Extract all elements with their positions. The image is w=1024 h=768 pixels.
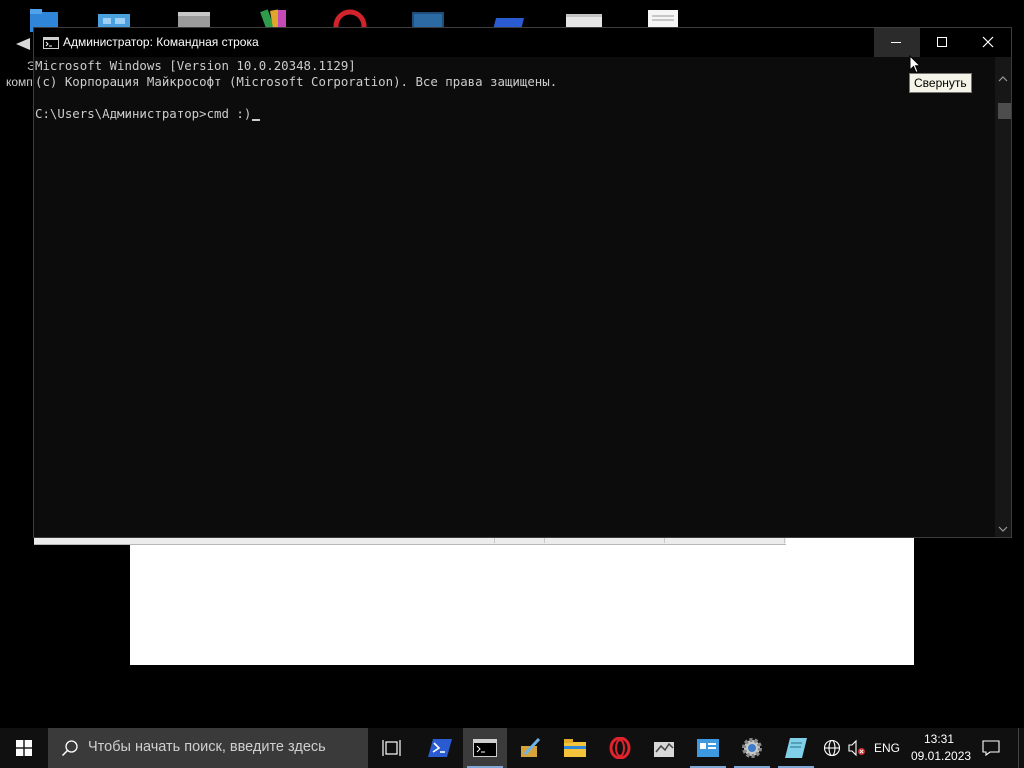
cmd-window-icon [43, 37, 59, 49]
start-button[interactable] [0, 728, 48, 768]
taskbar-server-manager[interactable] [686, 728, 730, 768]
server-manager-icon [697, 739, 719, 757]
window-title: Администратор: Командная строка [63, 35, 259, 49]
search-placeholder: Чтобы начать поиск, введите здесь [88, 739, 326, 755]
file-explorer-icon [564, 739, 586, 757]
command-prompt-window[interactable]: Администратор: Командная строка Microsof… [33, 27, 1012, 538]
taskbar: Чтобы начать поиск, введите здесь ENG 13… [0, 728, 1024, 768]
scroll-thumb[interactable] [998, 103, 1011, 119]
volume-muted-icon[interactable] [848, 739, 866, 757]
minimize-icon [891, 42, 901, 43]
maximize-button[interactable] [920, 28, 966, 57]
clock-date[interactable]: 09.01.2023 [911, 749, 971, 763]
taskbar-pen-app[interactable] [508, 728, 552, 768]
console-prompt-text: C:\Users\Администратор>cmd :) [35, 106, 252, 121]
minimize-button[interactable] [874, 28, 920, 57]
show-desktop-button[interactable] [1018, 728, 1024, 768]
scroll-up-icon[interactable] [995, 71, 1011, 87]
notepad-app-icon [785, 738, 807, 758]
scroll-down-icon[interactable] [995, 521, 1011, 537]
taskbar-opera[interactable] [598, 728, 642, 768]
title-bar[interactable]: Администратор: Командная строка [34, 28, 1011, 57]
pen-app-icon [521, 738, 541, 757]
notifications-icon[interactable] [982, 739, 1000, 757]
tooltip: Свернуть [909, 73, 972, 93]
close-button[interactable] [966, 28, 1012, 57]
partial-arrow-icon [16, 38, 30, 50]
taskbar-remote-desktop[interactable] [642, 728, 686, 768]
taskbar-cmd[interactable] [463, 728, 507, 768]
close-icon [982, 36, 994, 48]
mouse-pointer-icon [909, 55, 921, 74]
opera-icon [609, 737, 631, 759]
windows-logo-icon [16, 740, 32, 756]
clock-time[interactable]: 13:31 [924, 732, 954, 746]
maximize-icon [937, 37, 947, 47]
taskbar-file-explorer[interactable] [553, 728, 597, 768]
console-line-copyright: (c) Корпорация Майкрософт (Microsoft Cor… [35, 74, 558, 89]
taskbar-powershell[interactable] [418, 728, 462, 768]
text-cursor [252, 119, 261, 121]
remote-desktop-icon [654, 742, 674, 757]
console-prompt-line[interactable]: C:\Users\Администратор>cmd :) [35, 106, 261, 121]
console-output[interactable]: Microsoft Windows [Version 10.0.20348.11… [34, 57, 995, 537]
taskbar-settings[interactable] [730, 728, 774, 768]
network-icon[interactable] [823, 739, 841, 757]
powershell-icon [428, 739, 452, 757]
taskbar-notepad[interactable] [774, 728, 818, 768]
language-indicator[interactable]: ENG [874, 741, 900, 755]
search-icon [61, 740, 78, 757]
task-view-button[interactable] [370, 728, 414, 768]
vertical-scrollbar[interactable] [995, 57, 1011, 537]
task-view-icon [382, 740, 401, 756]
settings-icon [742, 738, 762, 758]
cmd-icon [473, 739, 497, 757]
console-line-version: Microsoft Windows [Version 10.0.20348.11… [35, 58, 356, 73]
search-box[interactable]: Чтобы начать поиск, введите здесь [48, 728, 368, 768]
desktop-partial-label-2: комп [6, 75, 33, 89]
background-window[interactable] [130, 530, 914, 665]
